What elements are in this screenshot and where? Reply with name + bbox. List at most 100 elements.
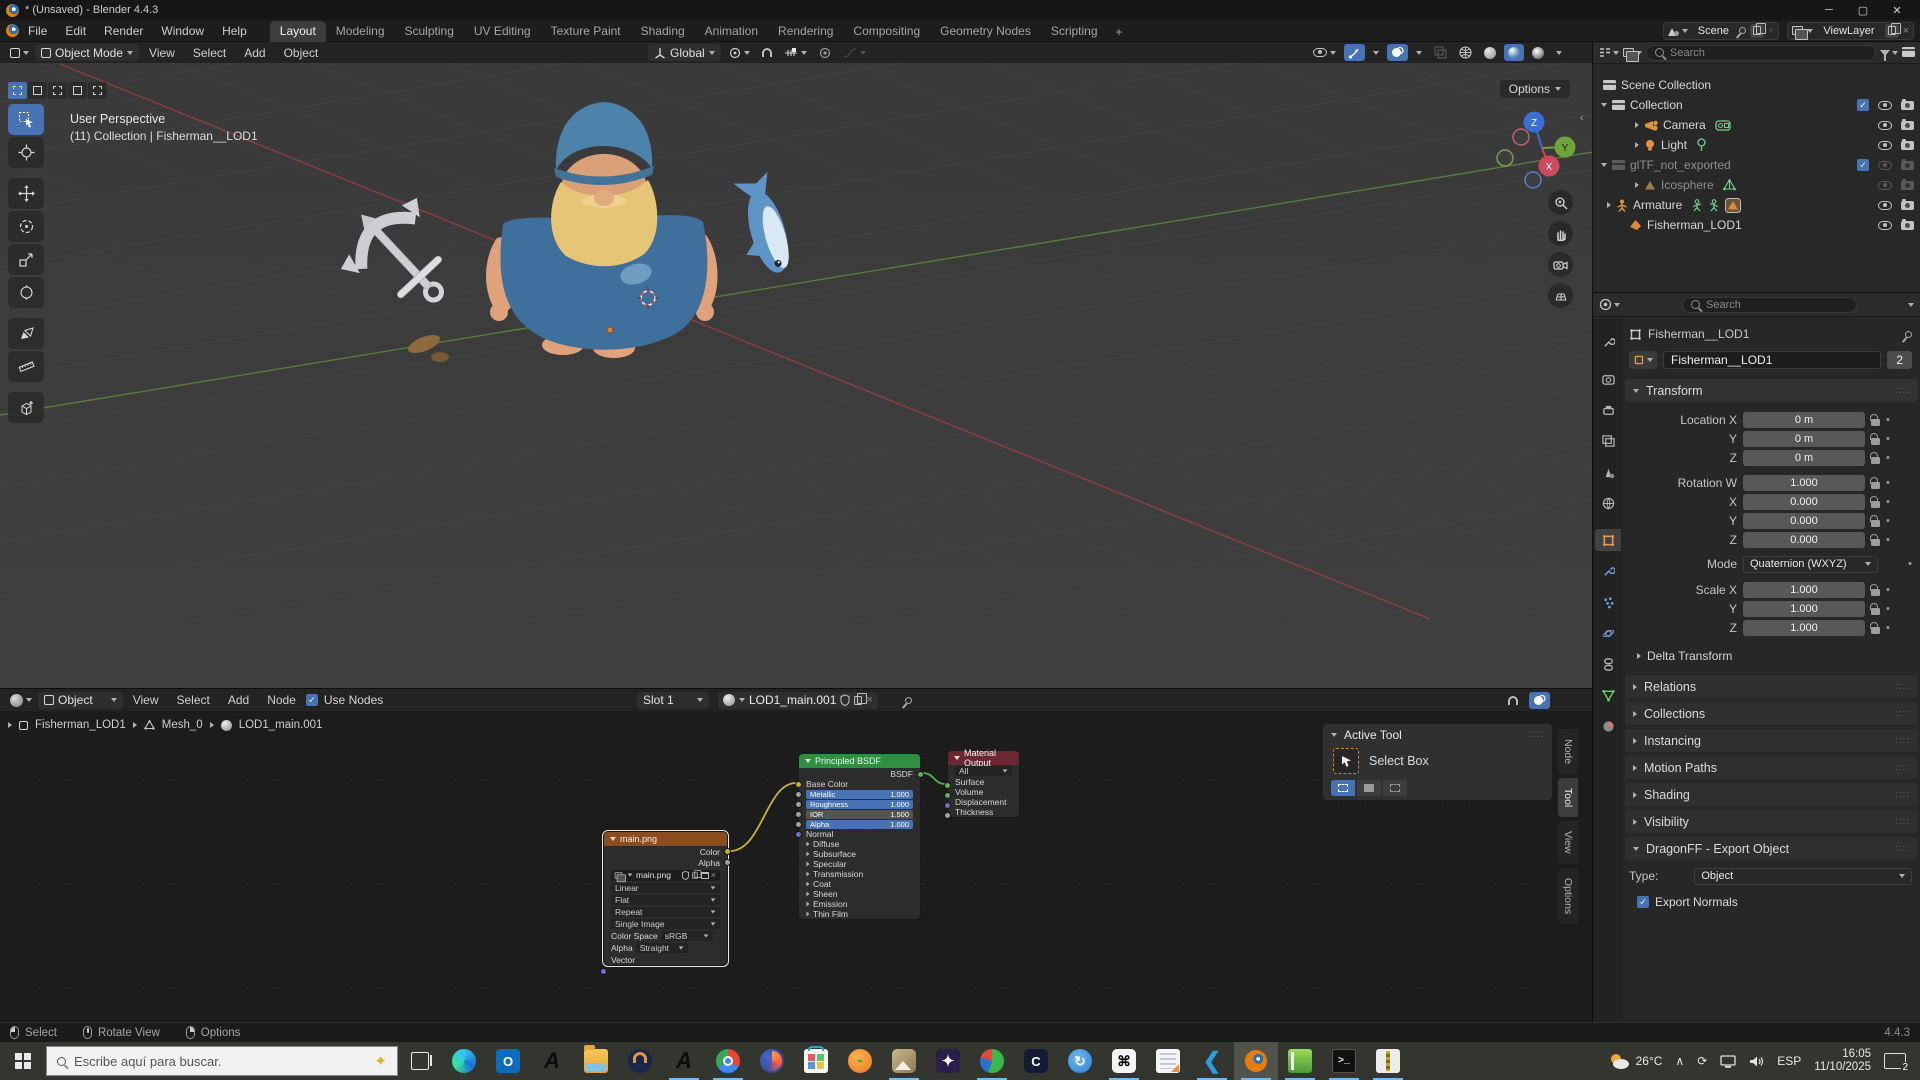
remove-viewlayer-icon[interactable]: × (1903, 26, 1909, 36)
render-visibility-icon[interactable] (1901, 141, 1914, 150)
navigation-gizmo[interactable]: Z Y X (1497, 112, 1576, 189)
show-gizmo-toggle[interactable] (1344, 44, 1365, 61)
copy-material-button[interactable] (854, 696, 862, 705)
animate-dot[interactable]: • (1886, 622, 1890, 634)
volume-socket[interactable] (944, 792, 951, 799)
orientation-dropdown[interactable]: Global (648, 44, 721, 61)
collection-checkbox[interactable] (1857, 159, 1869, 171)
node-snap-toggle[interactable] (1504, 692, 1522, 709)
tab-uv-editing[interactable]: UV Editing (464, 21, 541, 42)
ior-socket[interactable] (795, 811, 802, 818)
select-mode-extend-button[interactable] (1357, 780, 1381, 796)
render-visibility-icon[interactable] (1901, 161, 1914, 170)
tab-sculpting[interactable]: Sculpting (395, 21, 464, 42)
normal-socket[interactable] (795, 831, 802, 838)
tool-measure[interactable] (8, 351, 44, 382)
object-name-field[interactable]: Fisherman__LOD1 (1663, 351, 1881, 369)
metallic-slider[interactable]: Metallic1.000 (806, 790, 913, 799)
color-space-dropdown[interactable]: sRGB (661, 931, 713, 941)
shading-wireframe-button[interactable] (1455, 44, 1476, 61)
panel-instancing[interactable]: Instancing···· ···· (1625, 729, 1918, 752)
show-overlays-toggle[interactable] (1387, 44, 1408, 61)
snap-settings-dropdown[interactable] (780, 44, 811, 61)
outliner-row-scene-collection[interactable]: Scene Collection (1593, 75, 1920, 95)
camera-view-button[interactable] (1548, 252, 1573, 277)
image-node-header[interactable]: main.png (604, 832, 727, 846)
scale-z-field[interactable]: 1.000 (1743, 620, 1865, 636)
taskbar-edge[interactable] (442, 1042, 486, 1080)
copy-icon[interactable] (692, 872, 698, 878)
breadcrumb-material[interactable]: LOD1_main.001 (239, 719, 323, 731)
bsdf-output-socket[interactable] (917, 771, 924, 778)
render-visibility-icon[interactable] (1901, 101, 1914, 110)
taskbar-bluestacks[interactable] (970, 1042, 1014, 1080)
panel-relations[interactable]: Relations···· ···· (1625, 675, 1918, 698)
lock-icon[interactable] (1871, 482, 1880, 489)
taskbar-fl-studio[interactable]: ⌁ (838, 1042, 882, 1080)
pin-id-icon[interactable] (1904, 329, 1914, 339)
tray-volume-icon[interactable] (1749, 1055, 1764, 1068)
roughness-slider[interactable]: Roughness1.000 (806, 800, 913, 809)
prop-tab-modifiers[interactable] (1595, 560, 1621, 582)
sidebar-tab-tool[interactable]: Tool (1558, 778, 1578, 817)
tab-geometry-nodes[interactable]: Geometry Nodes (930, 21, 1041, 42)
use-nodes-checkbox[interactable] (306, 694, 318, 706)
lock-icon[interactable] (1871, 539, 1880, 546)
taskbar-vscode[interactable]: ❮ (1190, 1042, 1234, 1080)
animate-dot[interactable]: • (1886, 414, 1890, 426)
viewport-menu-object[interactable]: Object (276, 46, 327, 60)
collection-checkbox[interactable] (1857, 99, 1869, 111)
tab-texture-paint[interactable]: Texture Paint (541, 21, 631, 42)
taskbar-capcut[interactable]: ⌘ (1102, 1042, 1146, 1080)
xray-toggle[interactable] (1430, 44, 1451, 61)
prop-tab-scene[interactable] (1595, 461, 1621, 483)
tool-add-cube[interactable] (8, 392, 44, 423)
tool-cursor[interactable] (8, 137, 44, 168)
tab-animation[interactable]: Animation (695, 21, 768, 42)
zoom-button[interactable] (1548, 190, 1573, 215)
alpha-output-socket[interactable] (724, 859, 731, 866)
alpha-slider[interactable]: Alpha1.000 (806, 820, 913, 829)
bsdf-subpanel[interactable]: Diffuse (799, 839, 920, 849)
tool-scale[interactable] (8, 244, 44, 275)
outliner-row-gltf-not-exported[interactable]: glTF_not_exported (1593, 155, 1920, 175)
tool-annotate[interactable] (8, 318, 44, 349)
taskbar-sync-app[interactable]: ↻ (1058, 1042, 1102, 1080)
prop-tab-constraints[interactable] (1595, 653, 1621, 675)
pin-icon[interactable] (1738, 26, 1748, 36)
taskbar-a-app[interactable]: A (530, 1042, 574, 1080)
slot-dropdown[interactable]: Slot 1 (637, 692, 709, 709)
expand-icon[interactable] (1635, 142, 1639, 148)
maximize-button[interactable]: ▢ (1846, 0, 1880, 20)
bsdf-subpanel[interactable]: Emission (799, 899, 920, 909)
hide-icon[interactable] (1878, 101, 1892, 110)
alpha-mode-dropdown[interactable]: Straight (636, 943, 688, 953)
outliner-row-armature[interactable]: Armature (1593, 195, 1920, 215)
taskbar-winzip[interactable] (1366, 1042, 1410, 1080)
panel-visibility[interactable]: Visibility···· ···· (1625, 810, 1918, 833)
taskbar-blender[interactable] (1234, 1042, 1278, 1080)
outliner-search-input[interactable]: Search (1646, 45, 1876, 61)
pivot-dropdown[interactable] (725, 44, 754, 61)
animate-dot[interactable]: • (1886, 603, 1890, 615)
node-menu-select[interactable]: Select (168, 693, 217, 707)
add-workspace-button[interactable]: + (1108, 22, 1131, 42)
alpha-socket[interactable] (795, 821, 802, 828)
base-color-socket[interactable] (795, 781, 802, 788)
blender-menu-icon[interactable] (6, 24, 19, 37)
users-count-button[interactable]: 2 (1887, 351, 1912, 369)
animate-dot[interactable]: • (1886, 433, 1890, 445)
metallic-socket[interactable] (795, 791, 802, 798)
taskbar-search-input[interactable]: Escribe aquí para buscar. ✦ (46, 1046, 398, 1076)
taskbar-terminal[interactable]: >_ (1322, 1042, 1366, 1080)
displacement-socket[interactable] (944, 802, 951, 809)
viewlayer-selector[interactable]: ViewLayer × (1787, 22, 1914, 40)
scene-selector[interactable]: Scene × (1663, 22, 1780, 40)
taskbar-notes-app[interactable] (1146, 1042, 1190, 1080)
folder-icon[interactable] (701, 872, 709, 879)
mode-dropdown[interactable]: Object Mode (35, 44, 139, 61)
active-tool-header[interactable]: Active Tool···· ···· (1323, 724, 1552, 746)
animate-dot[interactable]: • (1886, 515, 1890, 527)
node-menu-node[interactable]: Node (259, 693, 304, 707)
select-box-tool-icon[interactable] (1333, 748, 1359, 774)
